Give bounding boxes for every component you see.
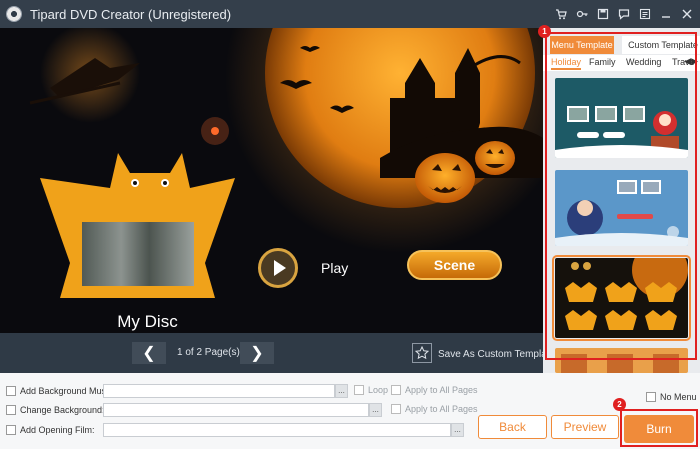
loop-checkbox[interactable] (354, 385, 364, 395)
apply-all-music-option[interactable]: Apply to All Pages (391, 385, 478, 395)
opening-film-checkbox[interactable] (6, 425, 16, 435)
star-icon (415, 346, 429, 360)
tab-custom-template[interactable]: Custom Template (622, 36, 700, 54)
play-button[interactable] (258, 248, 298, 288)
apply-all-music-checkbox[interactable] (391, 385, 401, 395)
change-bg-field[interactable] (103, 403, 369, 417)
change-bg-browse-button[interactable]: ... (369, 403, 382, 417)
page-indicator: 1 of 2 Page(s) (177, 347, 240, 358)
app-logo-icon (6, 6, 22, 22)
prev-page-button[interactable]: ❮ (132, 342, 166, 364)
callout-badge-1: 1 (538, 25, 551, 38)
feedback-icon[interactable] (617, 7, 631, 21)
change-bg-checkbox[interactable] (6, 405, 16, 415)
title-bar: Tipard DVD Creator (Unregistered) (0, 0, 700, 28)
scene-button[interactable]: Scene (407, 250, 502, 280)
opening-film-label: Add Opening Film: (20, 425, 95, 435)
window-title: Tipard DVD Creator (Unregistered) (30, 6, 232, 22)
loop-label: Loop (368, 385, 389, 395)
cart-icon[interactable] (554, 7, 568, 21)
no-menu-option[interactable]: No Menu (646, 392, 697, 402)
close-icon[interactable] (680, 7, 694, 21)
preview-button[interactable]: Preview (551, 415, 619, 439)
play-icon (273, 260, 286, 276)
app-window: Tipard DVD Creator (Unregistered) My Dis… (0, 0, 700, 449)
apply-all-music-label: Apply to All Pages (405, 385, 478, 395)
bg-music-label: Add Background Music: (20, 386, 116, 396)
callout-badge-2: 2 (613, 398, 626, 411)
opening-film-row: Add Opening Film: (6, 422, 95, 438)
save-template-label[interactable]: Save As Custom Template (438, 349, 555, 360)
chevron-right-icon: ❯ (250, 345, 264, 362)
category-holiday[interactable]: Holiday (551, 57, 582, 70)
minimize-icon[interactable] (659, 7, 673, 21)
change-bg-row: Change Background: (6, 402, 105, 418)
template-thumbnail-2[interactable] (555, 170, 688, 246)
apply-all-bg-label: Apply to All Pages (405, 404, 478, 414)
template-tabs: Menu Template Custom Template (548, 36, 700, 54)
apply-all-bg-checkbox[interactable] (391, 404, 401, 414)
no-menu-checkbox[interactable] (646, 392, 656, 402)
bg-music-field[interactable] (103, 384, 335, 398)
back-button[interactable]: Back (478, 415, 547, 439)
no-menu-label: No Menu (660, 392, 697, 402)
burn-button[interactable]: Burn (624, 415, 694, 443)
bg-music-row: Add Background Music: (6, 383, 115, 399)
apply-all-bg-option[interactable]: Apply to All Pages (391, 404, 478, 414)
opening-film-browse-button[interactable]: ... (451, 423, 464, 437)
key-icon[interactable] (575, 7, 589, 21)
save-template-button[interactable] (412, 343, 432, 363)
template-panel: Menu Template Custom Template Holiday Fa… (543, 28, 700, 373)
next-page-button[interactable]: ❯ (240, 342, 274, 364)
template-thumbnail-1[interactable] (555, 78, 688, 158)
menu-preview: My Disc Play Scene (0, 28, 543, 333)
play-label[interactable]: Play (321, 260, 348, 276)
category-family[interactable]: Family (589, 57, 616, 67)
chevron-left-icon: ❮ (142, 345, 156, 362)
disc-thumbnail[interactable] (78, 218, 198, 290)
tab-menu-template[interactable]: Menu Template (550, 36, 614, 54)
bg-music-browse-button[interactable]: ... (335, 384, 348, 398)
loop-option[interactable]: Loop (354, 385, 388, 395)
category-scroll-arrows[interactable]: ◀▶ (684, 56, 698, 67)
template-thumbnail-4[interactable] (555, 348, 688, 373)
menu-icon[interactable] (638, 7, 652, 21)
category-row: Holiday Family Wedding Trave ◀▶ (543, 55, 700, 71)
category-wedding[interactable]: Wedding (626, 57, 661, 67)
save-icon[interactable] (596, 7, 610, 21)
bg-music-checkbox[interactable] (6, 386, 16, 396)
template-thumbnail-3[interactable] (552, 255, 691, 341)
change-bg-label: Change Background: (20, 405, 105, 415)
opening-film-field[interactable] (103, 423, 451, 437)
disc-title[interactable]: My Disc (100, 312, 195, 332)
